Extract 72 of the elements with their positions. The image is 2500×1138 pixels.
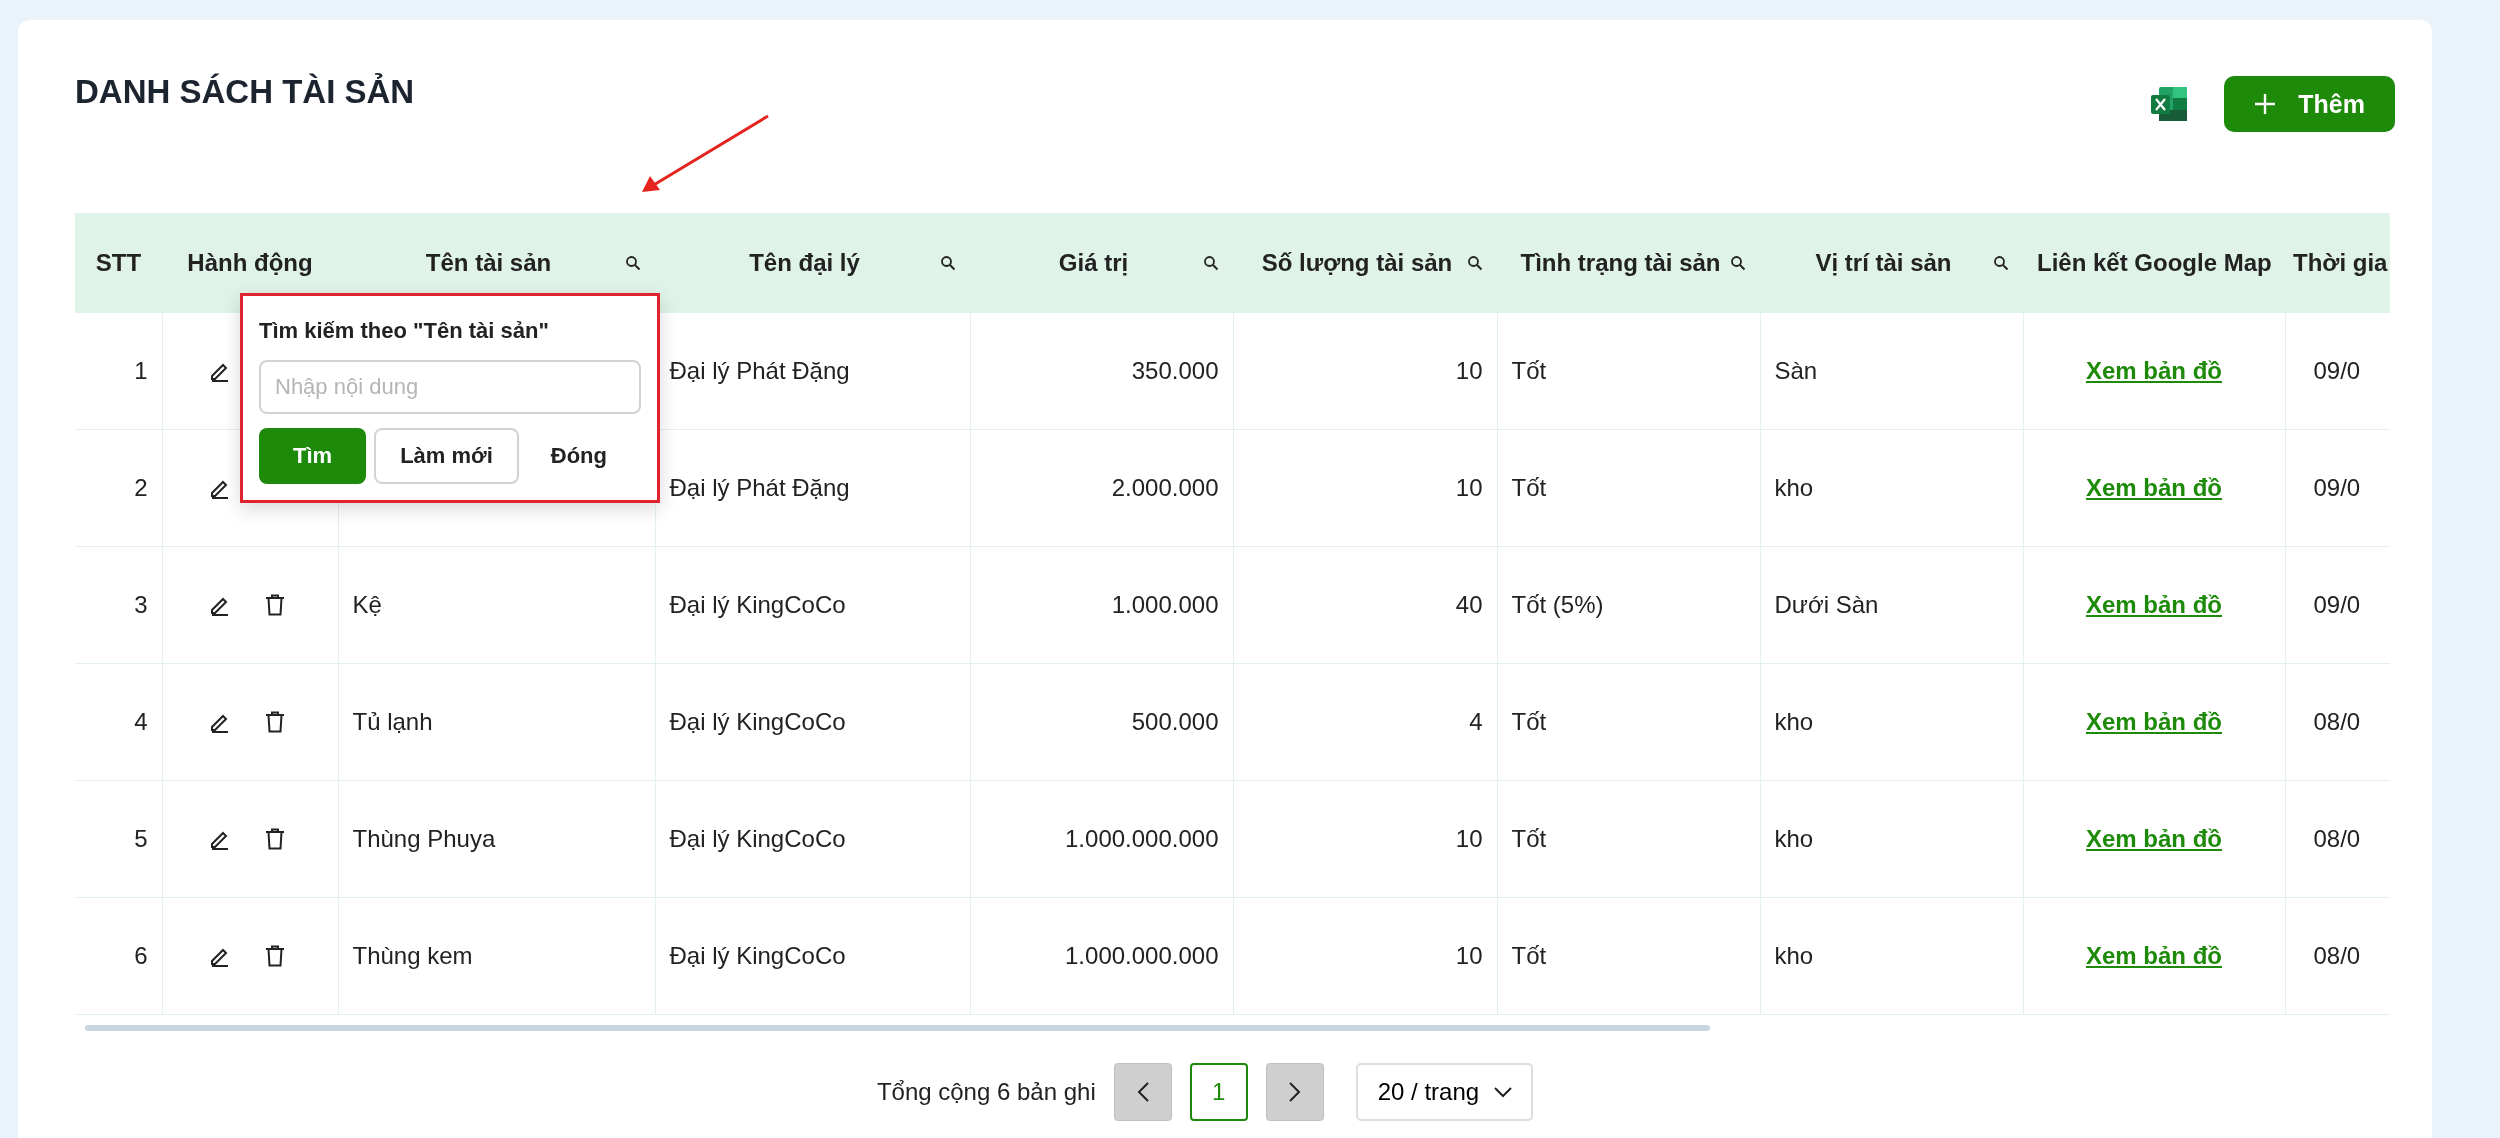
column-header: Hành động [186, 249, 314, 277]
agent-name: Đại lý KingCoCo [669, 708, 846, 735]
agent-name: Đại lý KingCoCo [669, 942, 846, 969]
row-number: 6 [134, 942, 148, 969]
asset-quantity: 10 [1455, 474, 1483, 501]
column-header: Tên tài sản [424, 249, 553, 277]
add-button[interactable]: Thêm [2224, 76, 2395, 132]
asset-value: 500.000 [1131, 708, 1219, 735]
asset-value: 1.000.000.000 [1065, 825, 1219, 852]
asset-value: 2.000.000 [1111, 474, 1219, 501]
time-value: 08/0 [2313, 708, 2361, 735]
agent-name: Đại lý KingCoCo [669, 591, 846, 618]
asset-condition: Tốt [1511, 474, 1547, 501]
column-header: Giá trị [1057, 249, 1130, 277]
map-link[interactable]: Xem bản đồ [2086, 474, 2222, 501]
time-value: 09/0 [2313, 357, 2361, 384]
asset-value: 350.000 [1131, 357, 1219, 384]
asset-quantity: 10 [1455, 942, 1483, 969]
asset-location: Dưới Sàn [1774, 591, 1879, 618]
search-button[interactable]: Tìm [259, 428, 367, 484]
page-size-select[interactable]: 20 / trang [1355, 1063, 1534, 1121]
column-header: Liên kết Google Map [2037, 249, 2272, 277]
map-link[interactable]: Xem bản đồ [2086, 708, 2222, 735]
search-input[interactable]: Nhập nội dung [259, 360, 641, 414]
asset-condition: Tốt [1511, 708, 1547, 735]
popup-title: Tìm kiếm theo "Tên tài sản" [259, 318, 550, 344]
row-number: 5 [134, 825, 148, 852]
map-link[interactable]: Xem bản đồ [2086, 357, 2222, 384]
map-link[interactable]: Xem bản đồ [2086, 825, 2222, 852]
reset-button[interactable]: Làm mới [374, 428, 519, 484]
page-button[interactable]: 1 [1189, 1063, 1248, 1121]
asset-condition: Tốt (5%) [1511, 591, 1604, 618]
asset-location: Sàn [1774, 357, 1818, 384]
agent-name: Đại lý KingCoCo [669, 825, 846, 852]
asset-condition: Tốt [1511, 357, 1547, 384]
row-number: 3 [134, 591, 148, 618]
agent-name: Đại lý Phát Đặng [669, 357, 850, 384]
column-header: STT [94, 249, 143, 277]
asset-location: kho [1774, 474, 1814, 501]
row-number: 2 [134, 474, 148, 501]
close-button[interactable]: Đóng [526, 428, 631, 484]
asset-quantity: 4 [1469, 708, 1483, 735]
time-value: 09/0 [2313, 591, 2361, 618]
column-header: Tên đại lý [748, 249, 861, 277]
time-value: 08/0 [2313, 942, 2361, 969]
page-title: DANH SÁCH TÀI SẢN [75, 72, 416, 112]
map-link[interactable]: Xem bản đồ [2086, 591, 2222, 618]
asset-condition: Tốt [1511, 825, 1547, 852]
asset-quantity: 40 [1455, 591, 1483, 618]
row-number: 4 [134, 708, 148, 735]
asset-location: kho [1774, 942, 1814, 969]
asset-quantity: 10 [1455, 357, 1483, 384]
asset-name: Thùng Phuya [352, 825, 496, 852]
time-value: 08/0 [2313, 825, 2361, 852]
asset-condition: Tốt [1511, 942, 1547, 969]
asset-location: kho [1774, 708, 1814, 735]
asset-value: 1.000.000 [1111, 591, 1219, 618]
column-header: Vị trí tài sản [1814, 249, 1953, 277]
asset-name: Thùng kem [352, 942, 473, 969]
total-records: Tổng cộng 6 bản ghi [876, 1078, 1096, 1106]
column-header: Tình trạng tài sản [1519, 249, 1722, 277]
map-link[interactable]: Xem bản đồ [2086, 942, 2222, 969]
agent-name: Đại lý Phát Đặng [669, 474, 850, 501]
asset-quantity: 10 [1455, 825, 1483, 852]
row-number: 1 [134, 357, 148, 384]
asset-value: 1.000.000.000 [1065, 942, 1219, 969]
asset-location: kho [1774, 825, 1814, 852]
column-header: Thời gia [2293, 249, 2389, 277]
time-value: 09/0 [2313, 474, 2361, 501]
column-header: Số lượng tài sản [1260, 249, 1454, 277]
asset-name: Tủ lạnh [352, 708, 433, 735]
asset-name: Kệ [352, 591, 382, 618]
